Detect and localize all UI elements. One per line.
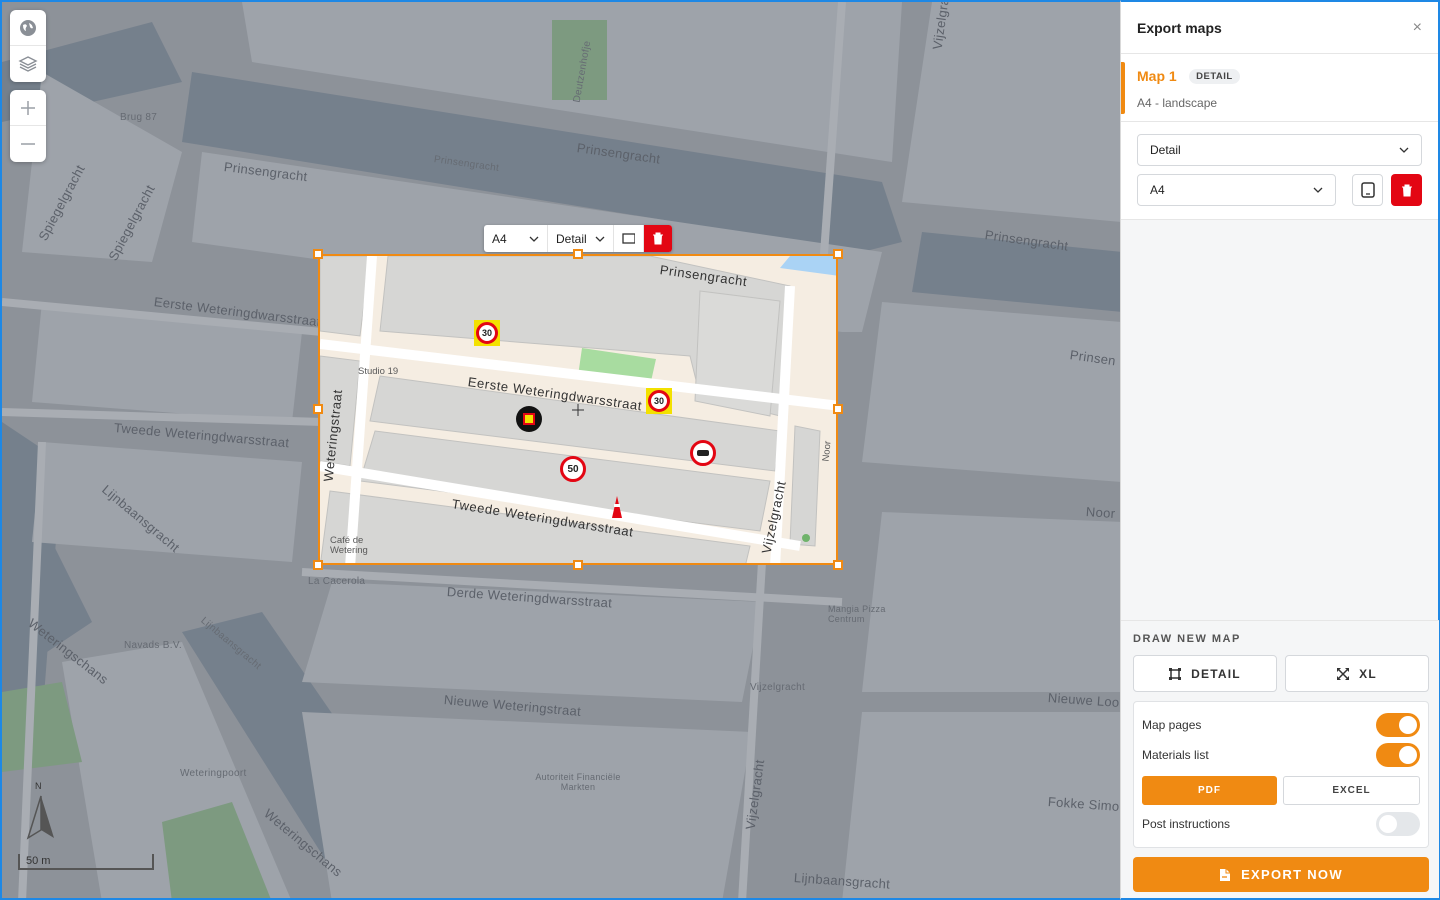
poi-label: Vijzelgracht — [750, 682, 806, 693]
export-now-label: EXPORT NOW — [1241, 867, 1343, 882]
tablet-icon — [1361, 182, 1375, 198]
panel-footer: DRAW NEW MAP DETAIL XL Map pages Materia… — [1121, 620, 1439, 898]
map-type-badge: DETAIL — [1189, 69, 1240, 84]
paper-size-value: A4 — [1150, 183, 1165, 197]
speed-limit-icon[interactable]: 50 — [560, 456, 586, 482]
chevron-down-icon — [1399, 147, 1409, 153]
poi-label: Navads B.V. — [124, 640, 182, 651]
post-instructions-toggle[interactable] — [1376, 812, 1420, 836]
frame-toolbar: A4 Detail — [484, 225, 672, 252]
chevron-down-icon — [529, 236, 539, 242]
map-style-controls — [10, 10, 46, 82]
export-options: Map pages Materials list PDF EXCEL Post … — [1133, 701, 1429, 848]
poi-label: Noor — [820, 440, 834, 463]
post-instructions-label: Post instructions — [1142, 817, 1231, 831]
chevron-down-icon — [595, 236, 605, 242]
scale-bar: 50 m — [18, 854, 154, 870]
frame-paper-select[interactable]: A4 — [484, 225, 548, 252]
resize-handle-sw[interactable] — [313, 560, 323, 570]
poi-label: Studio 19 — [358, 366, 399, 377]
resize-handle-n[interactable] — [573, 249, 583, 259]
format-excel-button[interactable]: EXCEL — [1283, 776, 1420, 805]
format-pdf-button[interactable]: PDF — [1142, 776, 1277, 805]
speed-limit-icon: 30 — [648, 390, 670, 412]
warning-sign-icon[interactable] — [516, 406, 542, 432]
poi-label: Weteringpoort — [180, 768, 247, 779]
map-canvas[interactable]: Prinsengracht Prinsengracht Prinsengrach… — [0, 0, 1120, 900]
map-subtitle: A4 - landscape — [1137, 96, 1218, 110]
map-type-value: Detail — [1150, 143, 1181, 157]
speed-sign-marker[interactable]: 30 — [646, 388, 672, 414]
zoom-in-icon[interactable] — [10, 90, 46, 126]
draw-new-map-title: DRAW NEW MAP — [1133, 633, 1241, 645]
zoom-out-icon[interactable] — [10, 126, 46, 162]
poi-label: Autoriteit Financiële Markten — [535, 772, 621, 792]
frame-type-select[interactable]: Detail — [548, 225, 614, 252]
materials-list-toggle[interactable] — [1376, 743, 1420, 767]
landscape-icon — [622, 233, 635, 244]
resize-handle-ne[interactable] — [833, 249, 843, 259]
draw-xl-label: XL — [1359, 666, 1377, 681]
traffic-cone-icon — [612, 496, 622, 518]
speed-limit-icon: 30 — [476, 322, 498, 344]
panel-title: Export maps — [1137, 19, 1222, 36]
chevron-down-icon — [1313, 187, 1323, 193]
map-type-select[interactable]: Detail — [1137, 134, 1422, 166]
layers-icon[interactable] — [10, 46, 46, 82]
frame-delete-button[interactable] — [644, 225, 672, 252]
frame-paper-value: A4 — [492, 231, 507, 246]
delete-map-button[interactable] — [1391, 174, 1423, 206]
poi-label: Café de Wetering — [330, 535, 368, 556]
street-label: Noor — [1085, 504, 1116, 522]
trash-icon — [653, 232, 663, 245]
orientation-toggle-button[interactable] — [1352, 174, 1384, 206]
zoom-controls — [10, 90, 46, 162]
active-indicator — [1121, 62, 1125, 114]
draw-xl-button[interactable]: XL — [1285, 655, 1429, 692]
speed-sign-marker[interactable]: 30 — [474, 320, 500, 346]
draw-detail-button[interactable]: DETAIL — [1133, 655, 1277, 692]
map-selection-frame[interactable]: Prinsengracht Eerste Weteringdwarsstraat… — [318, 254, 838, 565]
resize-handle-se[interactable] — [833, 560, 843, 570]
close-icon[interactable]: × — [1413, 19, 1422, 37]
map-list-item[interactable]: Map 1 DETAIL A4 - landscape — [1121, 54, 1438, 122]
poi-label: La Cacerola — [308, 576, 366, 587]
map-settings: Detail A4 — [1121, 122, 1438, 220]
north-label: N — [35, 781, 42, 791]
orientation-button[interactable] — [614, 225, 644, 252]
resize-handle-nw[interactable] — [313, 249, 323, 259]
resize-handle-s[interactable] — [573, 560, 583, 570]
resize-handle-e[interactable] — [833, 404, 843, 414]
expand-icon — [1337, 667, 1350, 680]
paper-size-select[interactable]: A4 — [1137, 174, 1337, 206]
scale-label: 50 m — [26, 855, 51, 867]
trash-icon — [1401, 184, 1412, 196]
resize-handle-w[interactable] — [313, 404, 323, 414]
map-pages-label: Map pages — [1142, 718, 1202, 732]
frame-select-icon — [1169, 667, 1182, 680]
panel-header: Export maps × — [1121, 2, 1438, 54]
materials-list-label: Materials list — [1142, 748, 1209, 762]
export-now-button[interactable]: EXPORT NOW — [1133, 857, 1429, 892]
frame-type-value: Detail — [556, 231, 587, 246]
document-export-icon — [1220, 868, 1231, 881]
map-pages-toggle[interactable] — [1376, 713, 1420, 737]
export-panel: Export maps × Map 1 DETAIL A4 - landscap… — [1120, 0, 1440, 900]
map-name: Map 1 — [1137, 68, 1177, 84]
prohibition-sign-icon[interactable] — [690, 440, 716, 466]
crosshair-icon — [572, 404, 584, 416]
draw-detail-label: DETAIL — [1191, 666, 1241, 681]
poi-label: Mangia Pizza Centrum — [828, 604, 886, 624]
globe-icon[interactable] — [10, 10, 46, 46]
poi-label: Brug 87 — [120, 112, 158, 123]
north-arrow-icon — [26, 795, 54, 840]
